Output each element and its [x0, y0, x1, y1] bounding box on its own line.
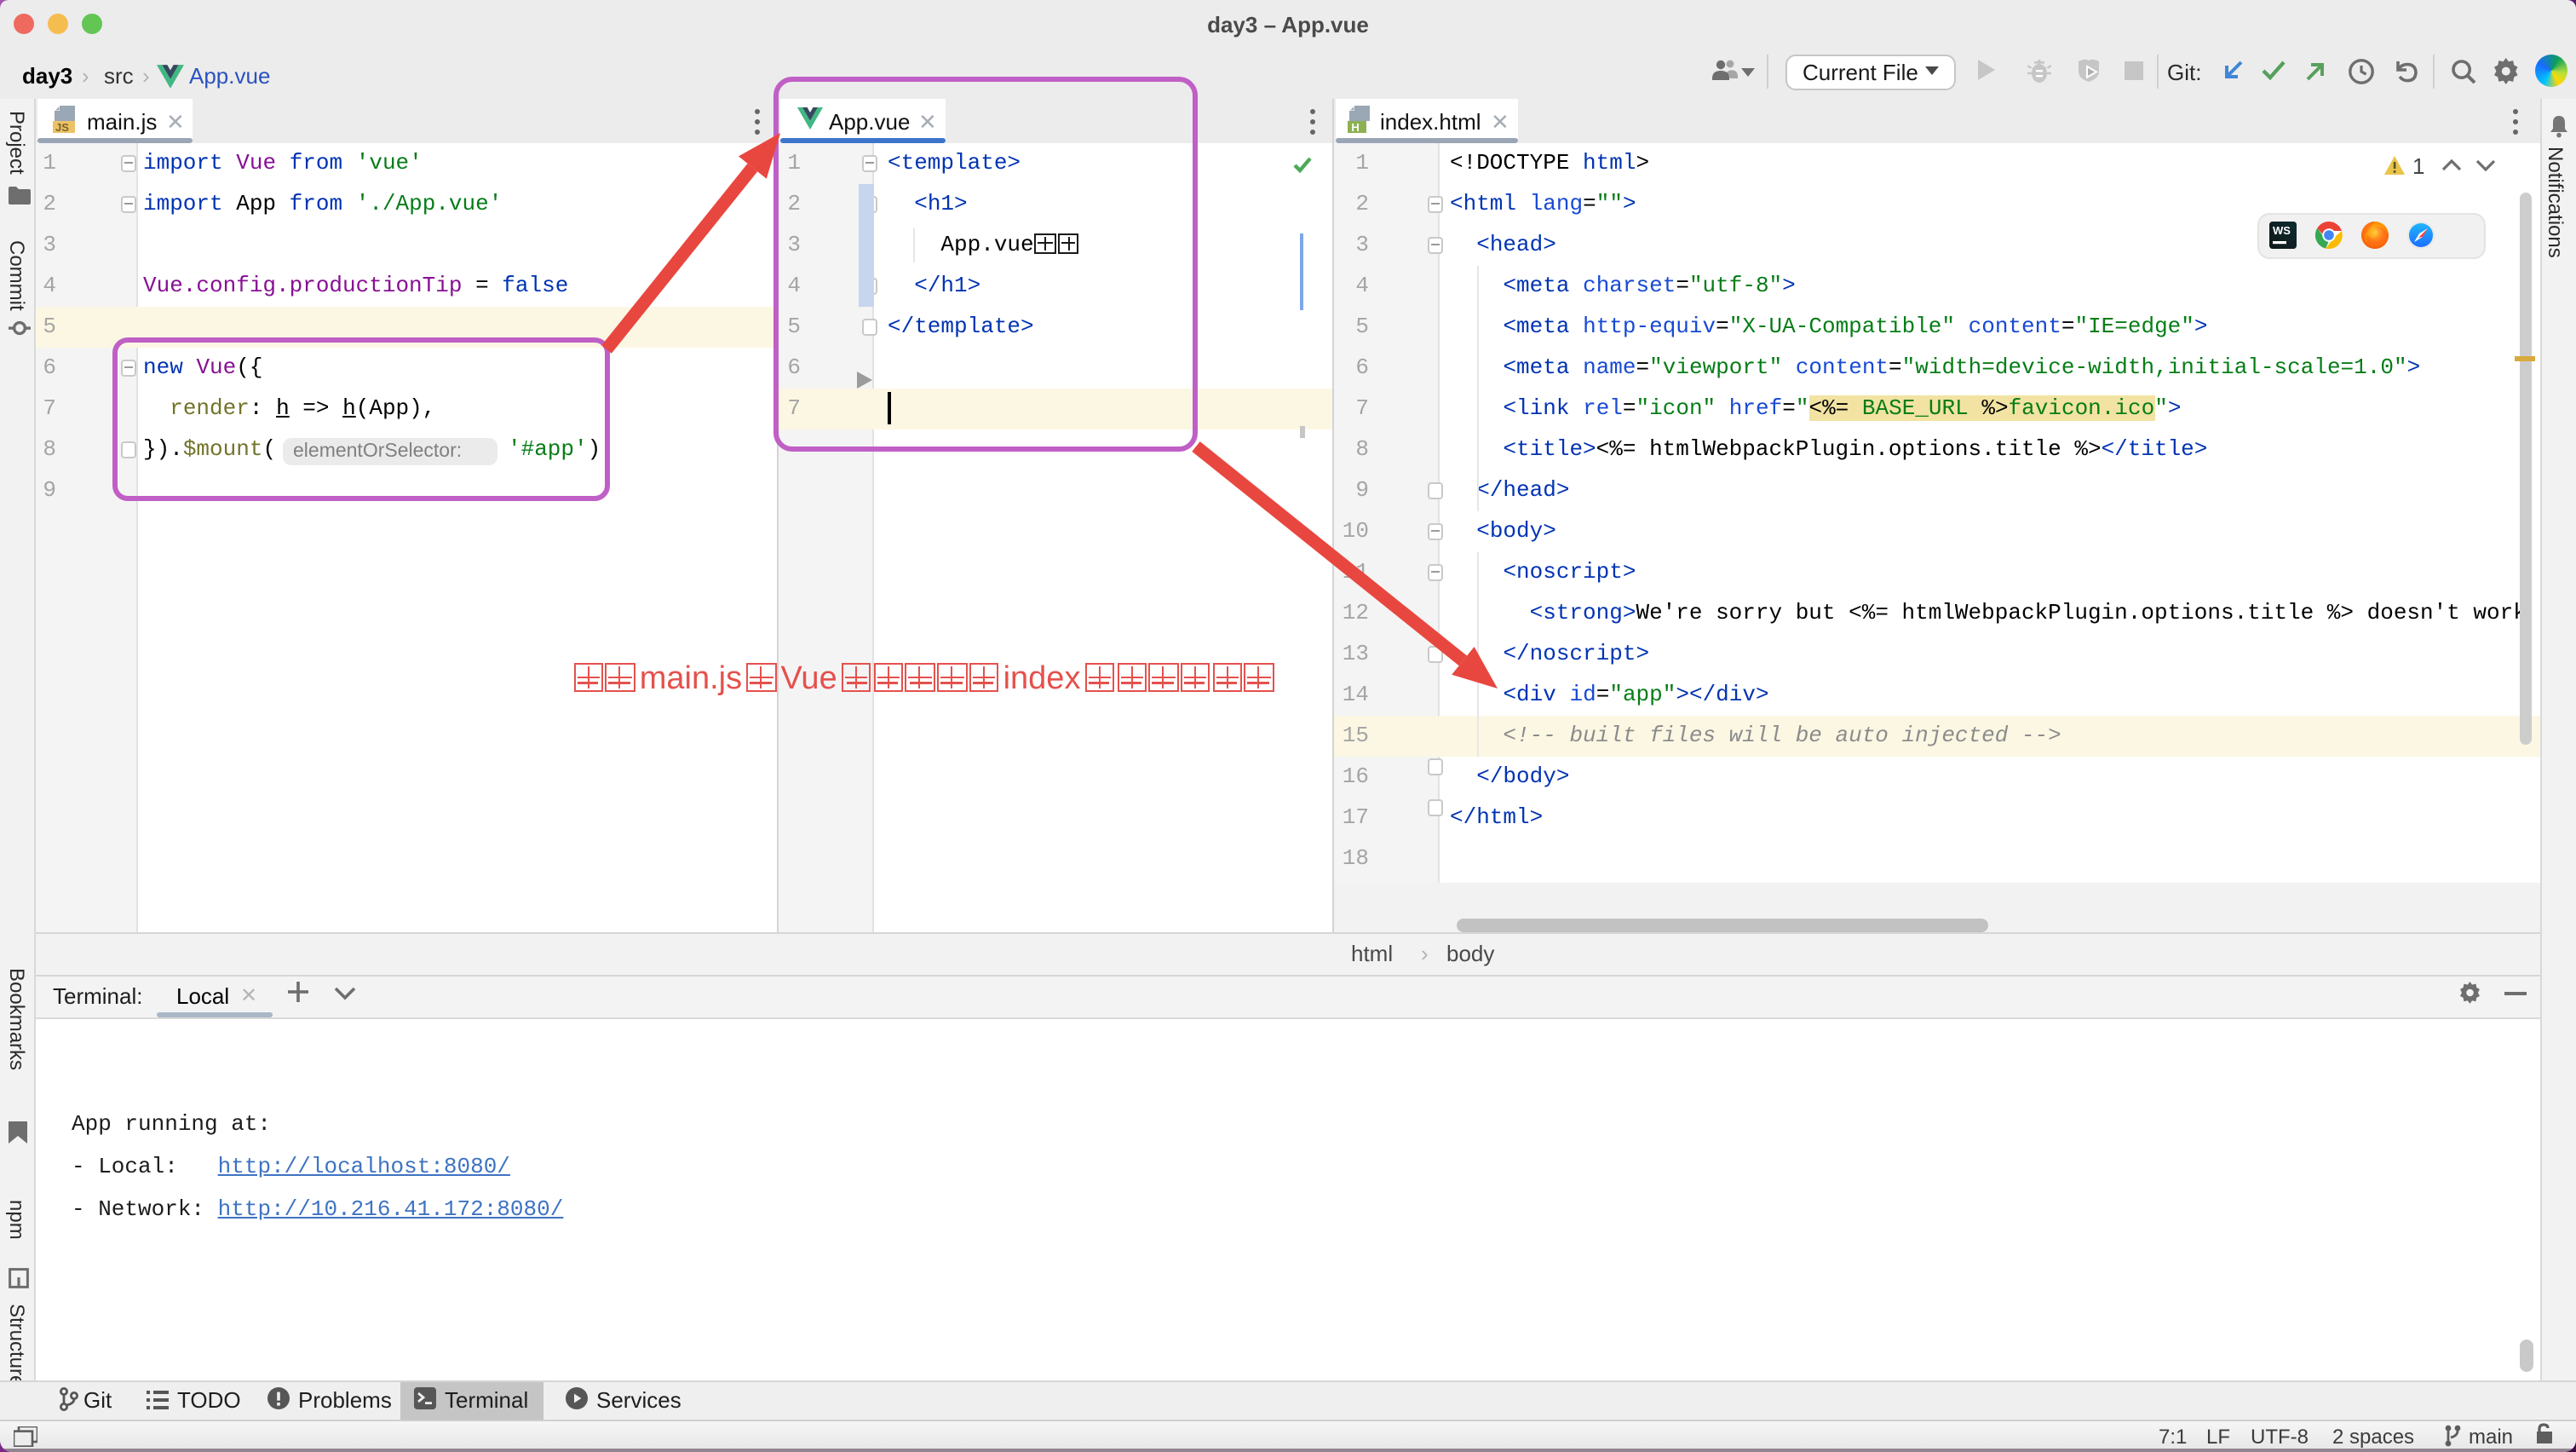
svg-text:JS: JS [55, 121, 69, 134]
svg-text:WS: WS [2273, 224, 2291, 237]
svg-text:H: H [1351, 121, 1359, 134]
